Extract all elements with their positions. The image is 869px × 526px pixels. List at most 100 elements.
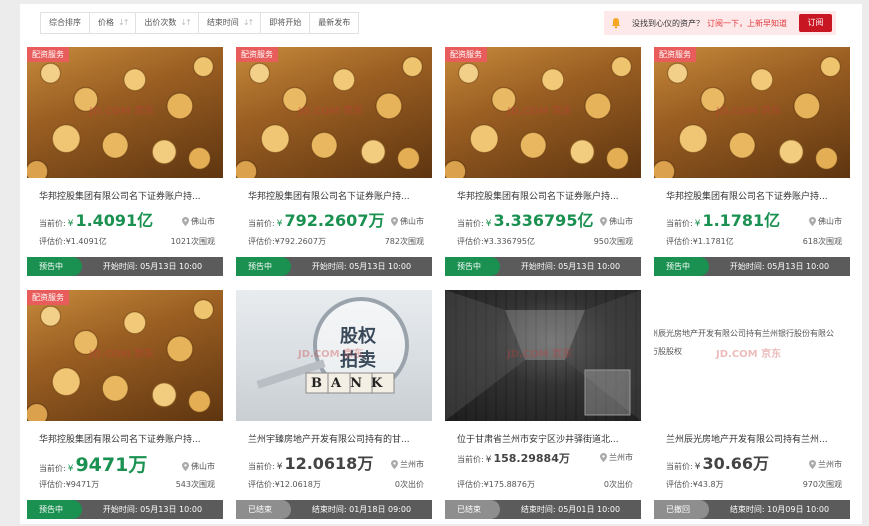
city: 佛山市 (600, 216, 633, 227)
status-tag: 已撤回 (654, 500, 709, 519)
asset-card[interactable]: 州辰光房地产开发有限公司持有兰州银行股份有限公 万股股权 JD.COM 京东 兰… (654, 290, 850, 521)
asset-card[interactable]: JD.COM 京东 配资服务 华邦控股集团有限公司名下证券账户持... 当前价:… (27, 290, 223, 521)
service-badge: 配资服务 (27, 290, 69, 305)
price-row: 当前价: ¥ 12.0618万 兰州市 (248, 450, 424, 473)
watermark: JD.COM 京东 (298, 349, 364, 360)
currency-symbol: ¥ (67, 464, 74, 474)
evaluation-price: 评估价:¥12.0618万 (248, 480, 321, 489)
currency-symbol: ¥ (694, 219, 701, 229)
asset-title[interactable]: 兰州宇臻房地产开发有限公司持有的甘... (248, 432, 424, 445)
asset-card[interactable]: JD.COM 京东 位于甘肃省兰州市安宁区沙井驿街道北... 当前价: ¥ 15… (445, 290, 641, 521)
view-count: 782次围观 (384, 237, 424, 246)
price-label: 当前价: (457, 455, 484, 464)
price-label: 当前价: (457, 219, 484, 228)
evaluation-price: 评估价:¥175.8876万 (457, 480, 535, 489)
watermark: JD.COM 京东 (507, 349, 573, 360)
evaluation-price: 评估价:¥43.8万 (666, 480, 724, 489)
status-bar: 已撤回 结束时间: 10月09日 10:00 (654, 500, 850, 519)
subscribe-button[interactable]: 订阅 (799, 14, 832, 32)
status-time: 结束时间: 01月18日 09:00 (311, 505, 412, 514)
sort-price[interactable]: 价格 ↓↑ (90, 13, 137, 33)
asset-image[interactable]: JD.COM 京东 配资服务 (27, 290, 223, 421)
city-name: 兰州市 (609, 453, 633, 462)
image-text-line-1: 州辰光房地产开发有限公司持有兰州银行股份有限公 (654, 329, 834, 338)
sort-arrows-icon: ↓↑ (180, 18, 191, 27)
city-name: 佛山市 (191, 462, 215, 471)
asset-title[interactable]: 华邦控股集团有限公司名下证券账户持... (39, 432, 215, 445)
location-pin-icon (182, 462, 189, 471)
price-row: 当前价: ¥ 30.66万 兰州市 (666, 450, 842, 473)
asset-title[interactable]: 华邦控股集团有限公司名下证券账户持... (457, 189, 633, 202)
view-count: 618次围观 (802, 237, 842, 246)
status-time: 开始时间: 05月13日 10:00 (520, 262, 621, 271)
city-name: 佛山市 (191, 217, 215, 226)
status-time: 结束时间: 05月01日 10:00 (520, 505, 621, 514)
asset-title[interactable]: 位于甘肃省兰州市安宁区沙井驿街道北... (457, 432, 633, 445)
info-row: 评估价:¥175.8876万 0次出价 (457, 479, 633, 490)
city-name: 兰州市 (400, 460, 424, 469)
asset-image[interactable]: 州辰光房地产开发有限公司持有兰州银行股份有限公 万股股权 JD.COM 京东 (654, 290, 850, 421)
city: 佛山市 (182, 461, 215, 472)
watermark: JD.COM 京东 (89, 349, 155, 360)
asset-title[interactable]: 兰州辰光房地产开发有限公司持有兰州... (666, 432, 842, 445)
view-count: 1021次围观 (170, 237, 215, 246)
evaluation-price: 评估价:¥1.4091亿 (39, 237, 107, 246)
asset-card[interactable]: JD.COM 京东 配资服务 华邦控股集团有限公司名下证券账户持... 当前价:… (654, 47, 850, 278)
location-pin-icon (809, 217, 816, 226)
info-row: 评估价:¥1.1781亿 618次围观 (666, 236, 842, 247)
asset-card[interactable]: JD.COM 京东 配资服务 华邦控股集团有限公司名下证券账户持... 当前价:… (445, 47, 641, 278)
asset-card[interactable]: 股权 拍卖 BANK JD.COM 京东 兰州宇臻房地产开发有限公司持有的甘..… (236, 290, 432, 521)
current-price: 1.4091亿 (75, 211, 154, 230)
asset-title[interactable]: 华邦控股集团有限公司名下证券账户持... (39, 189, 215, 202)
view-count: 970次围观 (802, 480, 842, 489)
asset-title[interactable]: 华邦控股集团有限公司名下证券账户持... (666, 189, 842, 202)
asset-image[interactable]: JD.COM 京东 (445, 290, 641, 421)
asset-card[interactable]: JD.COM 京东 配资服务 华邦控股集团有限公司名下证券账户持... 当前价:… (27, 47, 223, 278)
city: 兰州市 (600, 452, 633, 463)
price-label: 当前价: (39, 464, 66, 473)
status-time: 开始时间: 05月13日 10:00 (102, 262, 203, 271)
asset-title[interactable]: 华邦控股集团有限公司名下证券账户持... (248, 189, 424, 202)
asset-image[interactable]: JD.COM 京东 配资服务 (654, 47, 850, 178)
status-bar: 预告中 开始时间: 05月13日 10:00 (27, 500, 223, 519)
watermark: JD.COM 京东 (89, 106, 155, 117)
asset-image[interactable]: JD.COM 京东 配资服务 (27, 47, 223, 178)
bell-icon (610, 17, 622, 29)
city-name: 佛山市 (818, 217, 842, 226)
service-badge: 配资服务 (445, 47, 487, 62)
status-tag: 预告中 (27, 500, 82, 519)
asset-card[interactable]: JD.COM 京东 配资服务 华邦控股集团有限公司名下证券账户持... 当前价:… (236, 47, 432, 278)
watermark: JD.COM 京东 (716, 106, 782, 117)
sort-upcoming[interactable]: 即将开始 (261, 13, 311, 33)
info-row: 评估价:¥9471万 543次围观 (39, 479, 215, 490)
price-label: 当前价: (666, 219, 693, 228)
sort-bid-count[interactable]: 出价次数 ↓↑ (136, 13, 199, 33)
asset-image[interactable]: JD.COM 京东 配资服务 (445, 47, 641, 178)
sort-comprehensive[interactable]: 综合排序 (41, 13, 90, 33)
city: 兰州市 (809, 459, 842, 470)
service-badge: 配资服务 (654, 47, 696, 62)
image-text-line-2: 万股股权 (654, 347, 682, 356)
sort-end-time[interactable]: 结束时间 ↓↑ (199, 13, 262, 33)
location-pin-icon (600, 217, 607, 226)
status-time: 开始时间: 05月13日 10:00 (311, 262, 412, 271)
status-bar: 预告中 开始时间: 05月13日 10:00 (27, 257, 223, 276)
info-row: 评估价:¥3.336795亿 950次围观 (457, 236, 633, 247)
sort-newest[interactable]: 最新发布 (310, 13, 358, 33)
sort-arrows-icon: ↓↑ (242, 18, 254, 27)
info-row: 评估价:¥12.0618万 0次出价 (248, 479, 424, 490)
current-price: 12.0618万 (284, 454, 374, 473)
price-label: 当前价: (666, 462, 693, 471)
watermark: JD.COM 京东 (507, 106, 573, 117)
price-row: 当前价: ¥ 3.336795亿 佛山市 (457, 207, 633, 230)
currency-symbol: ¥ (485, 455, 492, 465)
image-text-bank: BANK (311, 376, 392, 391)
asset-image[interactable]: 股权 拍卖 BANK JD.COM 京东 (236, 290, 432, 421)
price-row: 当前价: ¥ 158.29884万 兰州市 (457, 450, 633, 472)
subscribe-link[interactable]: 订阅一下，上新早知道 (707, 18, 787, 29)
location-pin-icon (391, 460, 398, 469)
info-row: 评估价:¥1.4091亿 1021次围观 (39, 236, 215, 247)
asset-image[interactable]: JD.COM 京东 配资服务 (236, 47, 432, 178)
city: 兰州市 (391, 459, 424, 470)
status-bar: 预告中 开始时间: 05月13日 10:00 (445, 257, 641, 276)
